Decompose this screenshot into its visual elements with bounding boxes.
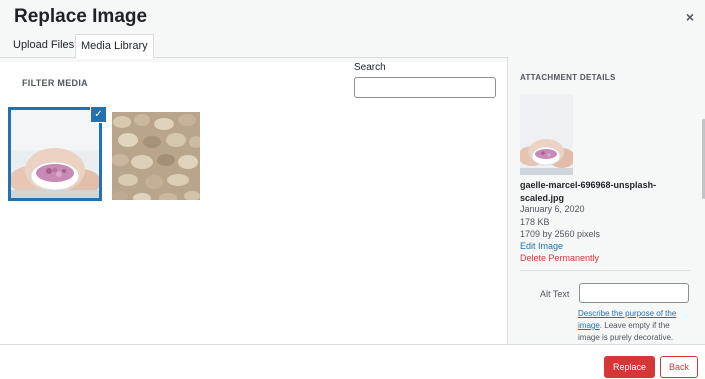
modal-footer: Replace Back xyxy=(0,344,705,379)
oats-image xyxy=(112,112,200,200)
attachment-details-panel: ATTACHMENT DETAILS gaelle-marcel-696968-… xyxy=(507,57,705,344)
alt-text-label: Alt Text xyxy=(540,289,570,299)
media-item-bowl[interactable] xyxy=(8,107,102,201)
selected-check-icon[interactable]: ✓ xyxy=(90,106,107,123)
tab-upload-files[interactable]: Upload Files xyxy=(8,34,79,57)
filter-media-label: FILTER MEDIA xyxy=(22,78,88,88)
alt-text-help: Describe the purpose of the image. Leave… xyxy=(578,308,690,344)
attachment-file-size: 178 KB xyxy=(520,217,550,227)
attachment-dimensions: 1709 by 2560 pixels xyxy=(520,229,601,239)
attachment-details-title: ATTACHMENT DETAILS xyxy=(520,73,616,82)
attachment-date: January 6, 2020 xyxy=(520,204,585,214)
attachment-preview xyxy=(520,94,573,175)
bowl-image xyxy=(11,110,99,198)
replace-button[interactable]: Replace xyxy=(604,356,656,378)
tab-bar: Upload Files Media Library xyxy=(0,34,705,59)
delete-permanently-link[interactable]: Delete Permanently xyxy=(520,253,599,263)
attachment-filename: gaelle-marcel-696968-unsplash-scaled.jpg xyxy=(520,180,657,203)
back-button[interactable]: Back xyxy=(660,356,699,378)
bowl-preview-image xyxy=(520,94,573,175)
alt-text-input[interactable] xyxy=(579,283,689,303)
close-icon[interactable]: × xyxy=(686,9,694,25)
details-divider xyxy=(520,270,690,271)
search-input[interactable] xyxy=(354,77,496,98)
modal-title: Replace Image xyxy=(14,6,148,27)
search-label: Search xyxy=(354,62,386,73)
media-item-oats[interactable] xyxy=(112,112,200,200)
modal-header: Replace Image × Upload Files Media Libra… xyxy=(0,0,705,62)
tab-media-library[interactable]: Media Library xyxy=(75,34,154,59)
edit-image-link[interactable]: Edit Image xyxy=(520,241,563,251)
